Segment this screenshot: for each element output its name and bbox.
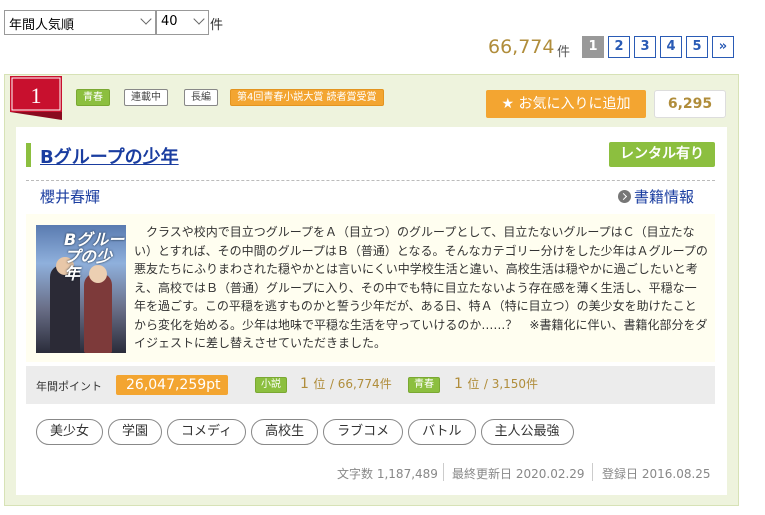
rank-genre: 1 位 / 3,150件	[454, 375, 538, 392]
title-accent	[26, 143, 31, 167]
author-link[interactable]: 櫻井春輝	[40, 186, 100, 207]
keyword-tag[interactable]: ラブコメ	[323, 419, 404, 445]
updated-value: 2020.02.29	[515, 467, 585, 481]
keyword-tag[interactable]: コメディ	[167, 419, 247, 445]
award-tag: 第4回青春小説大賞 読者賞受賞	[230, 89, 384, 106]
book-info-label: 書籍情報	[634, 188, 695, 206]
char-count-label: 文字数	[337, 467, 374, 481]
chevron-down-icon	[140, 13, 152, 25]
novel-title-link[interactable]: Bグループの少年	[40, 143, 179, 169]
rank-genre-pos: 1	[454, 376, 463, 392]
rank-badge: 1	[10, 76, 62, 120]
registered-value: 2016.08.25	[641, 467, 711, 481]
rank-novel-pos: 1	[300, 376, 309, 392]
next-page-button[interactable]: »	[712, 36, 734, 58]
status-tag: 連載中	[124, 89, 168, 106]
divider	[26, 180, 715, 181]
rank-genre-total: / 3,150件	[483, 377, 539, 391]
book-info-link[interactable]: 書籍情報	[618, 186, 694, 207]
divider	[592, 463, 593, 481]
keyword-tag[interactable]: 主人公最強	[480, 419, 574, 445]
updated-label: 最終更新日	[452, 467, 513, 481]
star-icon: ★	[501, 96, 515, 112]
char-count-value: 1,187,489	[376, 467, 438, 481]
result-count-unit: 件	[557, 45, 571, 60]
page-1[interactable]: 1	[582, 36, 604, 58]
rank-genre-label[interactable]: 青春	[408, 377, 440, 393]
rank-novel-total: / 66,774件	[329, 377, 392, 391]
keyword-tag[interactable]: 美少女	[36, 419, 104, 445]
cover-figure	[84, 273, 112, 353]
arrow-circle-icon	[618, 190, 631, 203]
per-page-select[interactable]: 40	[156, 10, 209, 35]
page-5[interactable]: 5	[686, 36, 708, 58]
registered-date: 登録日 2016.08.25	[602, 465, 711, 482]
length-tag: 長編	[184, 89, 218, 106]
result-count: 66,774	[488, 36, 555, 58]
char-count: 文字数 1,187,489	[337, 465, 438, 482]
book-cover[interactable]: Bグループの少年	[36, 225, 126, 353]
per-page-value: 40	[161, 14, 178, 29]
updated-date: 最終更新日 2020.02.29	[452, 465, 585, 482]
keyword-tag[interactable]: 学園	[108, 419, 163, 445]
divider	[443, 463, 444, 481]
add-favorite-label: お気に入りに追加	[518, 96, 631, 112]
page-3[interactable]: 3	[634, 36, 656, 58]
cover-title: Bグループの少年	[64, 230, 125, 283]
registered-label: 登録日	[602, 467, 639, 481]
page-2[interactable]: 2	[608, 36, 630, 58]
keyword-list: 美少女 学園 コメディ 高校生 ラブコメ バトル 主人公最強	[36, 419, 574, 445]
rank-genre-unit: 位	[467, 377, 480, 391]
rank-novel: 1 位 / 66,774件	[300, 375, 392, 392]
favorite-count: 6,295	[654, 90, 726, 118]
per-page-unit: 件	[210, 18, 224, 33]
keyword-tag[interactable]: バトル	[408, 419, 476, 445]
points-label: 年間ポイント	[36, 380, 102, 393]
sort-select-value: 年間人気順	[9, 18, 75, 33]
add-favorite-button[interactable]: ★ お気に入りに追加	[486, 90, 646, 118]
chevron-down-icon	[193, 13, 205, 25]
rank-novel-label: 小説	[255, 377, 287, 393]
points-value: 26,047,259pt	[116, 375, 228, 395]
rank-number: 1	[31, 83, 42, 108]
pagination: 1 2 3 4 5 »	[582, 36, 734, 58]
synopsis-text: クラスや校内で目立つグループをＡ（目立つ）のグループとして、目立たないグループは…	[134, 225, 708, 350]
sort-select[interactable]: 年間人気順	[4, 10, 156, 35]
keyword-tag[interactable]: 高校生	[251, 419, 319, 445]
genre-tag[interactable]: 青春	[76, 89, 110, 106]
rental-badge: レンタル有り	[609, 142, 715, 167]
page-4[interactable]: 4	[660, 36, 682, 58]
rank-novel-unit: 位	[313, 377, 326, 391]
